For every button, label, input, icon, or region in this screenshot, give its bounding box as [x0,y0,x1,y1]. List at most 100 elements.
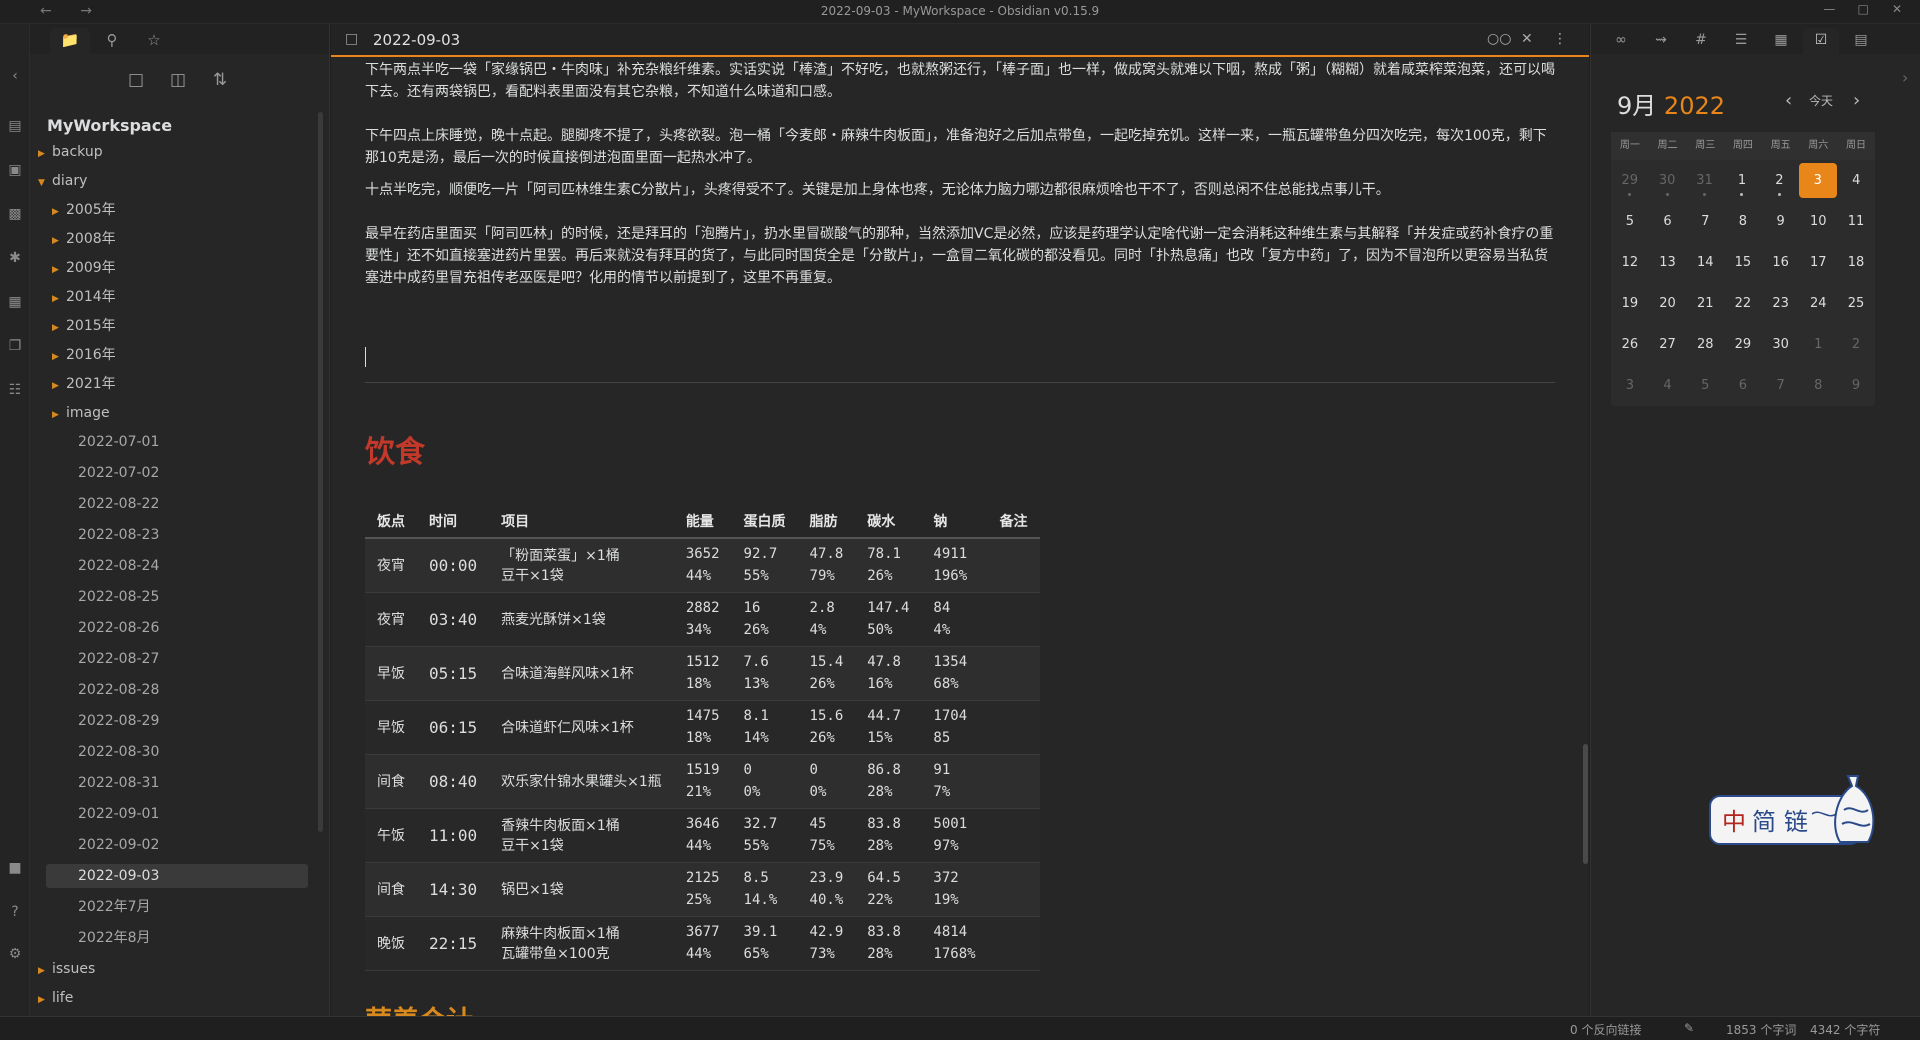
calendar-day[interactable]: 4 [1649,365,1687,406]
chevron-right-icon[interactable]: ▶ [52,287,66,311]
calendar-day[interactable]: 30 [1648,160,1685,201]
new-folder-icon[interactable]: ◫ [166,70,190,92]
calendar-day[interactable]: 7 [1762,365,1800,406]
calendar-day[interactable]: 7 [1686,201,1724,242]
calendar-day[interactable]: 26 [1611,324,1649,365]
tree-file-item[interactable]: 2022-08-28 [78,678,159,702]
close-window-icon[interactable]: ✕ [1882,2,1912,16]
tree-file-item[interactable]: 2022-07-02 [78,461,159,485]
calendar-day[interactable]: 29 [1611,160,1648,201]
next-month-icon[interactable]: › [1853,90,1860,111]
tree-file-item[interactable]: 2022-08-29 [78,709,159,733]
calendar-day[interactable]: 22 [1724,283,1762,324]
sort-icon[interactable]: ⇅ [208,70,232,92]
tree-file-item[interactable]: 2022-08-22 [78,492,159,516]
tree-file-item[interactable]: 2022-08-30 [78,740,159,764]
files-tab-icon[interactable]: 📁 [50,28,90,54]
more-options-icon[interactable]: ⋮ [1553,31,1567,47]
chevron-right-icon[interactable]: ▶ [52,403,66,427]
calendar-day[interactable]: 5 [1611,201,1649,242]
tree-file-item[interactable]: 2022-09-02 [78,833,159,857]
chevron-right-icon[interactable]: ▶ [52,229,66,253]
chevron-down-icon[interactable]: ▼ [38,171,52,195]
calendar-day[interactable]: 2 [1761,160,1798,201]
kanban-icon[interactable]: ☷ [5,380,25,400]
tree-folder-item[interactable]: ▶ 2021年 [52,372,116,396]
calendar-day[interactable]: 11 [1837,201,1875,242]
tree-folder-item[interactable]: ▼ diary [38,169,87,193]
reading-view-icon[interactable]: ○○ [1487,31,1511,47]
collapse-left-icon[interactable]: ‹ [5,66,25,86]
chevron-right-icon[interactable]: ▶ [38,959,52,983]
chevron-right-icon[interactable]: ▶ [52,374,66,398]
edit-pencil-icon[interactable]: ✎ [1684,1021,1694,1035]
copy-icon[interactable]: ❐ [5,336,25,356]
calendar-day[interactable]: 30 [1762,324,1800,365]
calendar-day[interactable]: 8 [1799,365,1837,406]
today-button[interactable]: 今天 [1809,92,1833,109]
calendar-day[interactable]: 4 [1838,160,1875,201]
tree-file-item[interactable]: 2022-08-31 [78,771,159,795]
new-note-icon[interactable]: □ [124,70,148,92]
calendar-day[interactable]: 31 [1686,160,1723,201]
maximize-icon[interactable]: □ [1848,2,1878,16]
calendar-icon[interactable]: ▦ [5,292,25,312]
templates-icon[interactable]: ▩ [5,204,25,224]
calendar-day[interactable]: 9 [1762,201,1800,242]
tree-file-item[interactable]: 2022年8月 [78,926,151,950]
expand-right-icon[interactable]: › [1902,68,1908,87]
help-icon[interactable]: ? [5,902,25,922]
backlinks-icon[interactable]: ∞ [1603,28,1639,54]
tree-file-item[interactable]: 2022年7月 [78,895,151,919]
tags-hash-icon[interactable]: # [1683,28,1719,54]
outgoing-links-icon[interactable]: ⇝ [1643,28,1679,54]
table-icon[interactable]: ▤ [5,116,25,136]
calendar-day[interactable]: 10 [1799,201,1837,242]
calendar-day[interactable]: 29 [1724,324,1762,365]
tree-folder-item[interactable]: ▶ 2008年 [52,227,116,251]
calendar-day[interactable]: 6 [1649,201,1687,242]
explorer-scrollbar[interactable] [318,112,323,832]
calendar-tab-icon[interactable]: ▦ [1763,28,1799,54]
calendar-day[interactable]: 16 [1762,242,1800,283]
tree-folder-item[interactable]: ▶ 2005年 [52,198,116,222]
calendar-day[interactable]: 23 [1762,283,1800,324]
calendar-day[interactable]: 13 [1649,242,1687,283]
tree-file-item[interactable]: 2022-08-27 [78,647,159,671]
calendar-day[interactable]: 27 [1649,324,1687,365]
bookmark-star-icon[interactable]: ☆ [134,28,174,54]
calendar-day[interactable]: 1 [1799,324,1837,365]
tree-file-item[interactable]: 2022-08-23 [78,523,159,547]
calendar-day[interactable]: 3 [1611,365,1649,406]
outline-list-icon[interactable]: ☰ [1723,28,1759,54]
tree-folder-item[interactable]: ▶ backup [38,140,103,164]
calendar-day[interactable]: 20 [1649,283,1687,324]
prev-month-icon[interactable]: ‹ [1785,90,1792,111]
calendar-day[interactable]: 12 [1611,242,1649,283]
calendar-day[interactable]: 17 [1799,242,1837,283]
tree-file-item[interactable]: 2022-08-26 [78,616,159,640]
graph-view-icon[interactable]: ✱ [5,248,25,268]
tree-file-item[interactable]: 2022-07-01 [78,430,159,454]
minimize-icon[interactable]: — [1814,2,1844,16]
vault-name[interactable]: MyWorkspace [47,116,172,135]
calendar-day[interactable]: 2 [1837,324,1875,365]
chevron-right-icon[interactable]: ▶ [52,345,66,369]
settings-gear-icon[interactable]: ⚙ [5,944,25,964]
calendar-day-today[interactable]: 3 [1799,163,1837,198]
calendar-day[interactable]: 28 [1686,324,1724,365]
calendar-day[interactable]: 14 [1686,242,1724,283]
tree-folder-item[interactable]: ▶ life [38,986,73,1010]
chevron-right-icon[interactable]: ▶ [38,988,52,1012]
calendar-day[interactable]: 6 [1724,365,1762,406]
chevron-right-icon[interactable]: ▶ [52,258,66,282]
calendar-day[interactable]: 21 [1686,283,1724,324]
chevron-right-icon[interactable]: ▶ [38,142,52,166]
backlinks-count[interactable]: 0 个反向链接 [1570,1021,1641,1038]
tree-folder-item[interactable]: ▶ 2016年 [52,343,116,367]
tree-file-item[interactable]: 2022-08-24 [78,554,159,578]
tree-file-item[interactable]: 2022-09-01 [78,802,159,826]
tree-folder-item[interactable]: ▶ 2015年 [52,314,116,338]
calendar-day[interactable]: 15 [1724,242,1762,283]
vault-switch-icon[interactable]: ■ [5,858,25,878]
